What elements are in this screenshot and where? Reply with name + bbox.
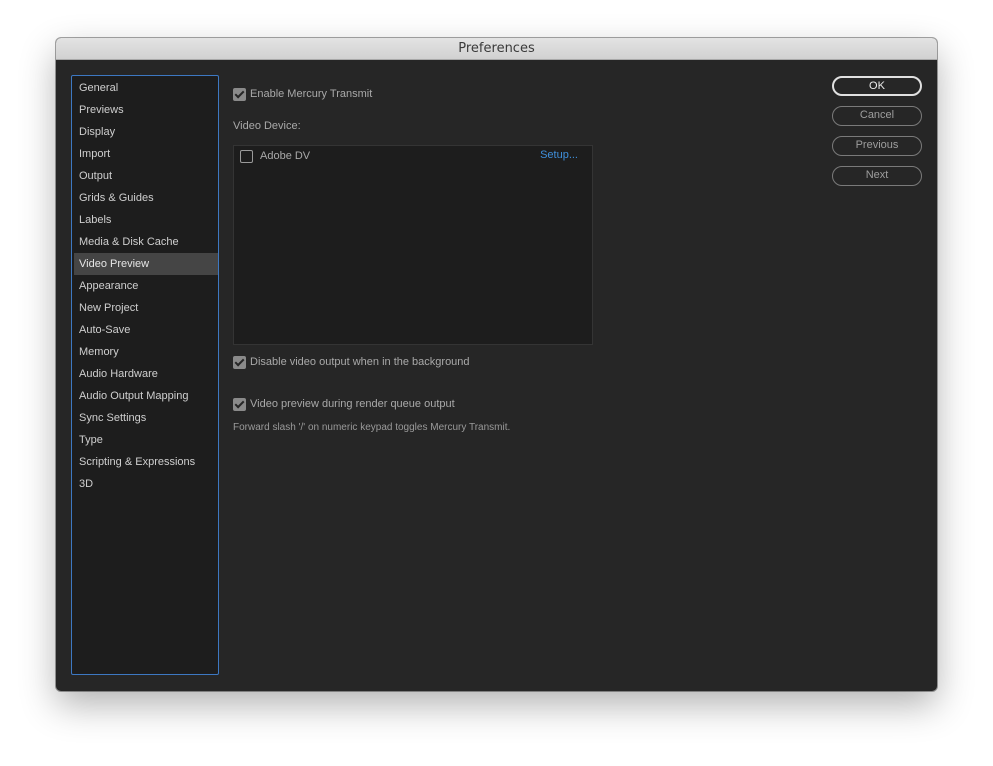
video-device-label: Video Device: [233,120,301,132]
device-row-adobe-dv[interactable]: Adobe DV [240,148,310,164]
adobe-dv-label: Adobe DV [260,150,311,162]
preferences-window: Preferences General Previews Display Imp… [56,38,937,691]
enable-mercury-transmit-checkbox[interactable] [233,87,246,101]
render-queue-preview-label: Video preview during render queue output [250,398,455,410]
sidebar-item-appearance[interactable]: Appearance [74,275,218,297]
disable-background-output-row[interactable]: Disable video output when in the backgro… [233,354,470,370]
sidebar-item-video-preview[interactable]: Video Preview [74,253,218,275]
enable-mercury-transmit-row[interactable]: Enable Mercury Transmit [233,86,372,102]
sidebar-item-media-disk-cache[interactable]: Media & Disk Cache [74,231,218,253]
sidebar-item-type[interactable]: Type [74,429,218,451]
window-title: Preferences [458,41,535,56]
sidebar-item-previews[interactable]: Previews [74,99,218,121]
sidebar-item-audio-output-mapping[interactable]: Audio Output Mapping [74,385,218,407]
sidebar-item-auto-save[interactable]: Auto-Save [74,319,218,341]
render-queue-preview-row[interactable]: Video preview during render queue output [233,396,455,412]
sidebar-item-display[interactable]: Display [74,121,218,143]
cancel-button[interactable]: Cancel [832,106,922,126]
next-button[interactable]: Next [832,166,922,186]
sidebar-item-new-project[interactable]: New Project [74,297,218,319]
sidebar-item-audio-hardware[interactable]: Audio Hardware [74,363,218,385]
title-bar[interactable]: Preferences [56,38,937,60]
sidebar-item-scripting-expressions[interactable]: Scripting & Expressions [74,451,218,473]
video-device-list[interactable]: Adobe DV Setup... [233,145,593,345]
sidebar-item-import[interactable]: Import [74,143,218,165]
sidebar-item-output[interactable]: Output [74,165,218,187]
sidebar-item-grids-guides[interactable]: Grids & Guides [74,187,218,209]
mercury-transmit-hint: Forward slash '/' on numeric keypad togg… [233,422,511,433]
preferences-category-list[interactable]: General Previews Display Import Output G… [71,75,219,675]
disable-background-output-checkbox[interactable] [233,355,246,369]
disable-background-output-label: Disable video output when in the backgro… [250,356,470,368]
sidebar-item-sync-settings[interactable]: Sync Settings [74,407,218,429]
sidebar-item-memory[interactable]: Memory [74,341,218,363]
adobe-dv-setup-link[interactable]: Setup... [540,149,578,161]
render-queue-preview-checkbox[interactable] [233,397,246,411]
enable-mercury-transmit-label: Enable Mercury Transmit [250,88,373,100]
sidebar-item-labels[interactable]: Labels [74,209,218,231]
sidebar-item-general[interactable]: General [74,77,218,99]
ok-button[interactable]: OK [832,76,922,96]
sidebar-item-3d[interactable]: 3D [74,473,218,495]
adobe-dv-checkbox[interactable] [240,149,253,163]
previous-button[interactable]: Previous [832,136,922,156]
